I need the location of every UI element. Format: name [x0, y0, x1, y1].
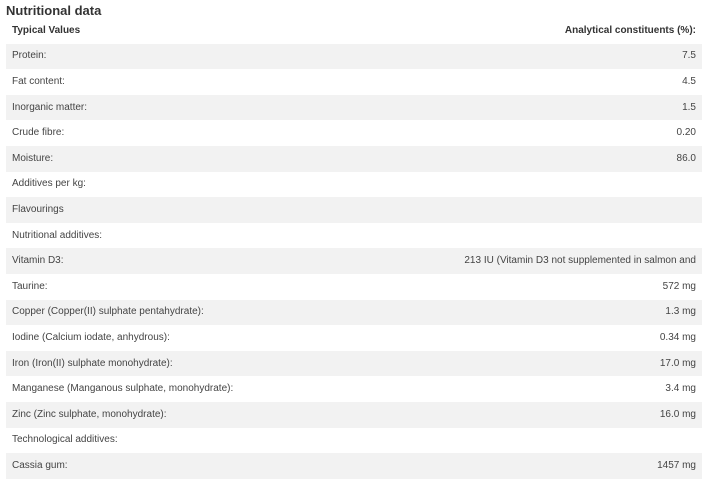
row-value: 16.0 mg: [376, 401, 702, 428]
table-row: Taurine: 572 mg: [6, 273, 702, 300]
row-value: [376, 427, 702, 454]
row-value: 0.34 mg: [376, 325, 702, 351]
row-value: 3.4 mg: [376, 376, 702, 402]
row-value: [376, 171, 702, 198]
table-row: Inorganic matter: 1.5: [6, 94, 702, 121]
row-label: Crude fibre:: [6, 120, 376, 146]
table-row: Copper (Copper(II) sulphate pentahydrate…: [6, 299, 702, 326]
row-value: 213 IU (Vitamin D3 not supplemented in s…: [376, 248, 702, 274]
row-value: 17.0 mg: [376, 350, 702, 377]
row-label: Fat content:: [6, 69, 376, 95]
row-value: 4.5: [376, 69, 702, 95]
row-value: 86.0: [376, 145, 702, 172]
row-value: 1.5: [376, 94, 702, 121]
table-row: Iron (Iron(II) sulphate monohydrate): 17.…: [6, 350, 702, 377]
row-label: Additives per kg:: [6, 171, 376, 198]
row-label: Iodine (Calcium iodate, anhydrous):: [6, 325, 376, 351]
row-label: Manganese (Manganous sulphate, monohydra…: [6, 376, 376, 402]
row-label: Copper (Copper(II) sulphate pentahydrate…: [6, 299, 376, 326]
table-row: Flavourings: [6, 197, 702, 223]
table-row: Additives per kg:: [6, 171, 702, 198]
row-label: Moisture:: [6, 145, 376, 172]
row-label: Vitamin D3:: [6, 248, 376, 274]
table-row: Moisture: 86.0: [6, 145, 702, 172]
header-analytical-constituents: Analytical constituents (%):: [376, 18, 702, 44]
table-body: Protein: 7.5 Fat content: 4.5 Inorganic matt…: [6, 43, 702, 479]
row-label: Nutritional additives:: [6, 222, 376, 249]
row-value: [376, 197, 702, 223]
table-row: Cassia gum: 1457 mg: [6, 453, 702, 479]
row-value: 0.20: [376, 120, 702, 146]
nutrition-table: Typical Values Analytical constituents (…: [6, 18, 702, 479]
row-label: Zinc (Zinc sulphate, monohydrate):: [6, 401, 376, 428]
table-row: Manganese (Manganous sulphate, monohydra…: [6, 376, 702, 402]
section-title: Nutritional data: [6, 3, 102, 18]
row-label: Technological additives:: [6, 427, 376, 454]
nutritional-data-section: Nutritional data Typical Values Analytic…: [0, 0, 710, 479]
row-value: 7.5: [376, 43, 702, 70]
table-row: Zinc (Zinc sulphate, monohydrate): 16.0 m…: [6, 401, 702, 428]
table-row: Protein: 7.5: [6, 43, 702, 70]
row-label: Iron (Iron(II) sulphate monohydrate):: [6, 350, 376, 377]
row-label: Inorganic matter:: [6, 94, 376, 121]
row-label: Flavourings: [6, 197, 376, 223]
row-value: 572 mg: [376, 273, 702, 300]
table-row: Iodine (Calcium iodate, anhydrous): 0.34 …: [6, 325, 702, 351]
table-row: Crude fibre: 0.20: [6, 120, 702, 146]
table-header: Typical Values Analytical constituents (…: [6, 18, 702, 44]
row-value: [376, 222, 702, 249]
row-label: Cassia gum:: [6, 453, 376, 479]
table-row: Vitamin D3: 213 IU (Vitamin D3 not supple…: [6, 248, 702, 274]
table-row: Technological additives:: [6, 427, 702, 454]
table-row: Fat content: 4.5: [6, 69, 702, 95]
row-label: Taurine:: [6, 273, 376, 300]
row-label: Protein:: [6, 43, 376, 70]
header-row: Typical Values Analytical constituents (…: [6, 18, 702, 44]
header-typical-values: Typical Values: [6, 18, 376, 44]
row-value: 1.3 mg: [376, 299, 702, 326]
table-row: Nutritional additives:: [6, 222, 702, 249]
row-value: 1457 mg: [376, 453, 702, 479]
